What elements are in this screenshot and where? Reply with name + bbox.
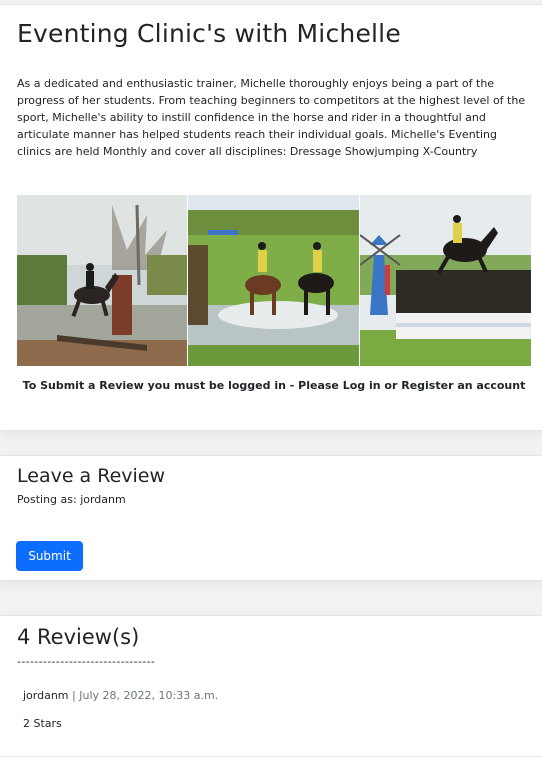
windmill-jump-photo bbox=[360, 195, 531, 366]
clinic-card: Eventing Clinic's with Michelle As a ded… bbox=[0, 4, 542, 431]
login-required-notice: To Submit a Review you must be logged in… bbox=[22, 379, 526, 392]
reviews-count-heading: 4 Review(s) bbox=[17, 625, 140, 649]
submit-button[interactable]: Submit bbox=[16, 541, 83, 571]
riders-splash-photo bbox=[188, 195, 359, 366]
reviews-divider: -------------------------------- bbox=[17, 655, 156, 668]
clinic-description: As a dedicated and enthusiastic trainer,… bbox=[17, 77, 526, 158]
posting-as-label: Posting as: jordanm bbox=[17, 493, 126, 506]
clinic-photo-collage bbox=[17, 195, 531, 366]
review-author: jordanm bbox=[23, 689, 69, 702]
water-jump-photo bbox=[17, 195, 187, 366]
page-title: Eventing Clinic's with Michelle bbox=[17, 19, 401, 48]
review-form-card: Leave a Review Posting as: jordanm Submi… bbox=[0, 455, 542, 581]
review-date: July 28, 2022, 10:33 a.m. bbox=[79, 689, 219, 702]
leave-review-heading: Leave a Review bbox=[17, 465, 166, 487]
reviews-card: 4 Review(s) ----------------------------… bbox=[0, 615, 542, 757]
review-meta-separator: | bbox=[72, 689, 76, 702]
review-meta: jordanm | July 28, 2022, 10:33 a.m. bbox=[23, 689, 218, 702]
